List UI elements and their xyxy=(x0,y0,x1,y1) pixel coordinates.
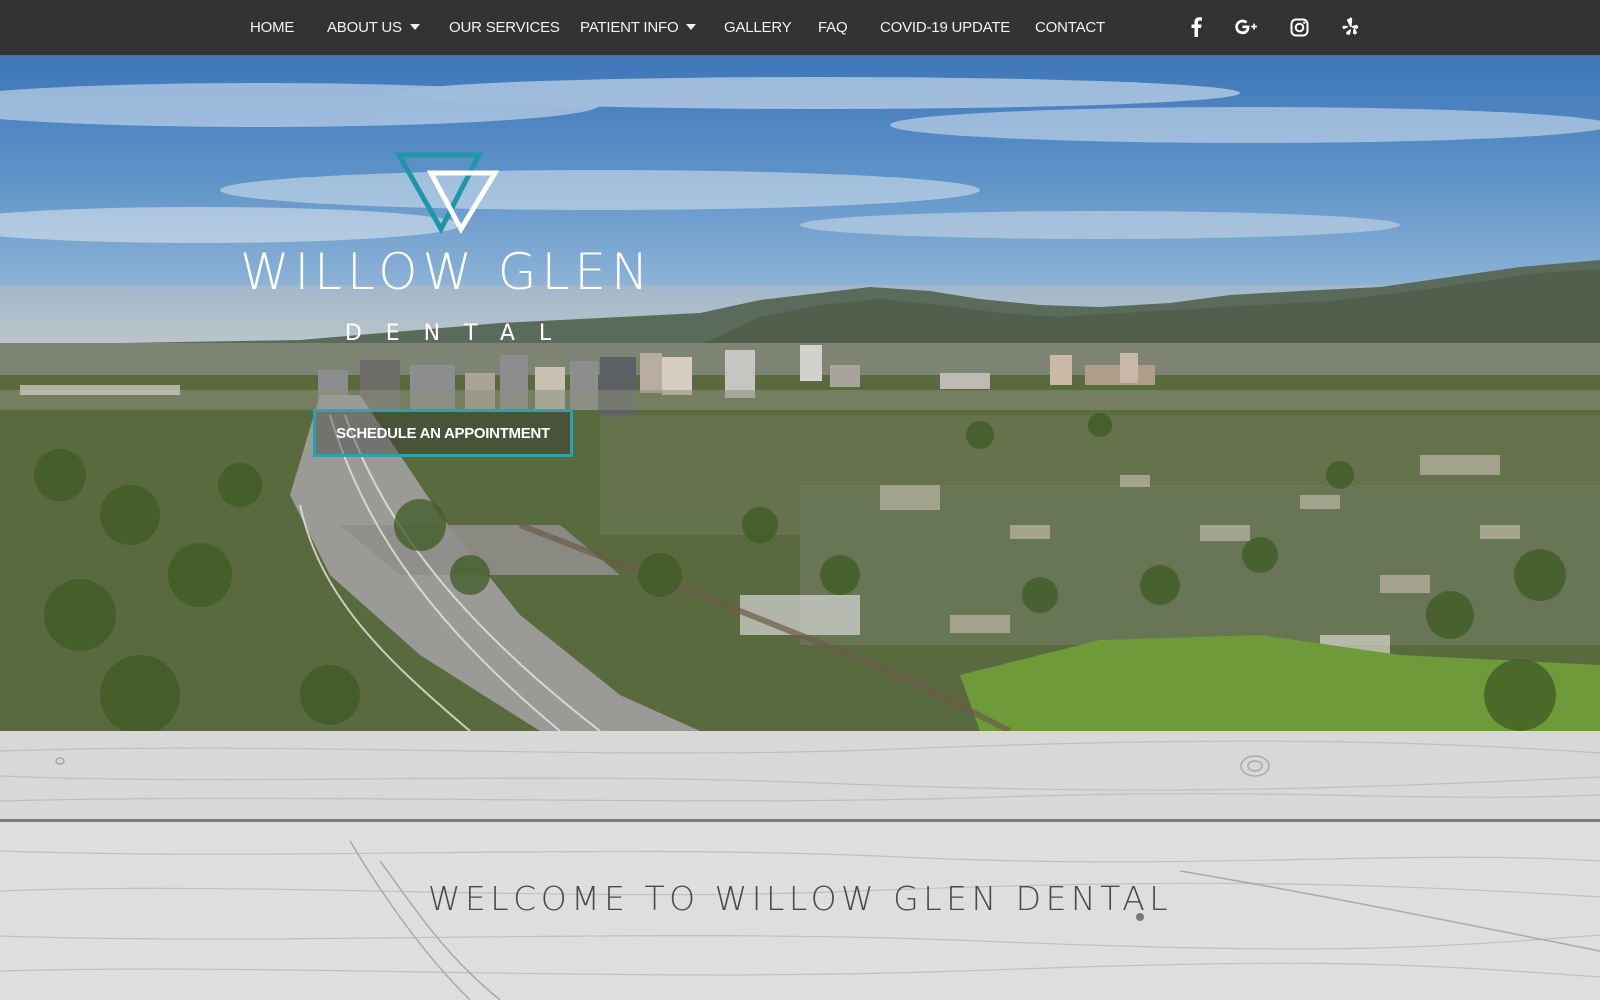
nav-item-label: COVID-19 UPDATE xyxy=(880,19,1011,36)
hero-banner: WILLOW GLEN DENTAL SCHEDULE AN APPOINTME… xyxy=(0,55,1600,731)
schedule-appointment-label: SCHEDULE AN APPOINTMENT xyxy=(336,424,550,442)
wood-plank-background xyxy=(0,731,1600,1000)
logo-triangle-icon xyxy=(395,152,499,235)
logo-wordmark: WILLOW GLEN xyxy=(240,243,654,301)
nav-item-label: CONTACT xyxy=(1035,19,1105,36)
nav-item-patient-info[interactable]: PATIENT INFO xyxy=(580,0,697,55)
nav-item-contact[interactable]: CONTACT xyxy=(1035,0,1105,55)
nav-item-label: ABOUT US xyxy=(327,19,402,36)
welcome-section: WELCOME TO WILLOW GLEN DENTAL xyxy=(0,731,1600,1000)
nav-item-label: HOME xyxy=(250,19,295,36)
chevron-down-icon xyxy=(686,24,697,31)
logo-subtitle: DENTAL xyxy=(344,321,576,346)
nav-item-label: PATIENT INFO xyxy=(580,19,679,36)
nav-item-about-us[interactable]: ABOUT US xyxy=(327,0,420,55)
nav-item-faq[interactable]: FAQ xyxy=(818,0,848,55)
schedule-appointment-button[interactable]: SCHEDULE AN APPOINTMENT xyxy=(313,409,573,457)
nav-item-label: OUR SERVICES xyxy=(449,19,560,36)
nav-item-label: GALLERY xyxy=(724,19,792,36)
instagram-icon[interactable] xyxy=(1286,14,1312,40)
yelp-icon[interactable] xyxy=(1338,14,1364,40)
facebook-icon[interactable] xyxy=(1183,14,1209,40)
top-navigation-bar: HOME ABOUT US OUR SERVICES PATIENT INFO … xyxy=(0,0,1600,55)
nav-item-our-services[interactable]: OUR SERVICES xyxy=(449,0,560,55)
willow-glen-dental-logo[interactable]: WILLOW GLEN DENTAL xyxy=(240,151,650,381)
nav-item-home[interactable]: HOME xyxy=(250,0,294,55)
nav-item-covid-update[interactable]: COVID-19 UPDATE xyxy=(880,0,1010,55)
nav-item-gallery[interactable]: GALLERY xyxy=(724,0,792,55)
chevron-down-icon xyxy=(409,24,420,31)
google-plus-icon[interactable] xyxy=(1234,14,1260,40)
nav-item-label: FAQ xyxy=(818,19,848,36)
welcome-heading: WELCOME TO WILLOW GLEN DENTAL xyxy=(427,879,1173,918)
